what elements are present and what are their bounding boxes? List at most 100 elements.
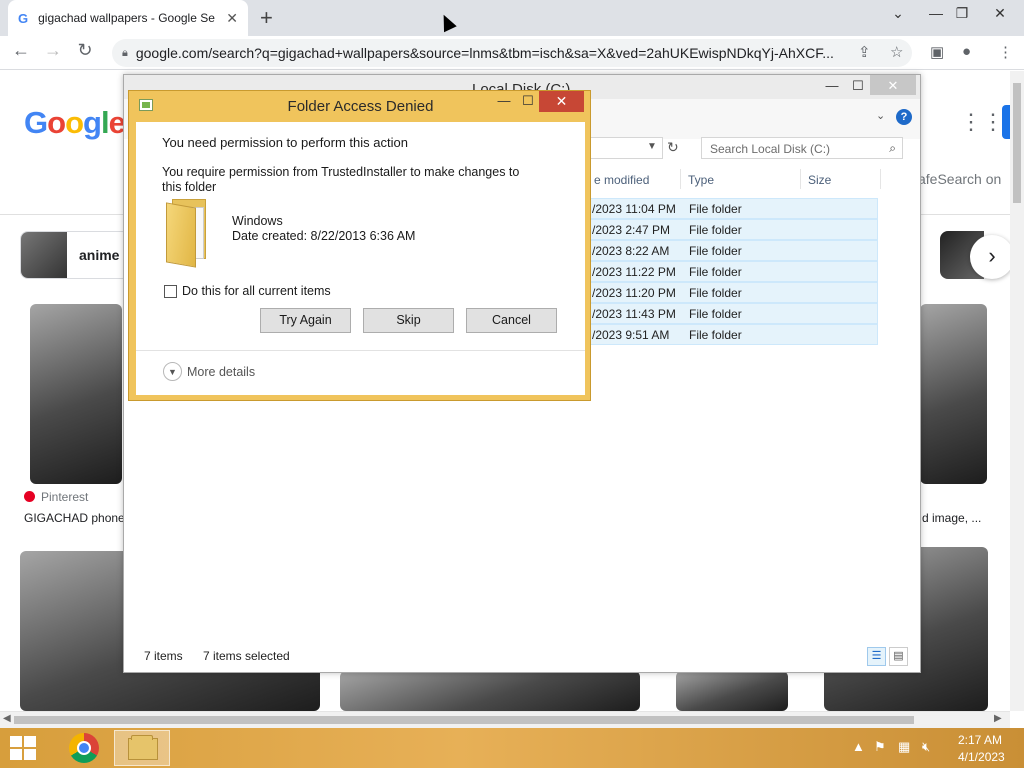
image-result[interactable] <box>676 671 788 711</box>
item-name: Windows <box>232 214 283 228</box>
chip-thumbnail <box>21 232 67 278</box>
pinterest-source[interactable]: Pinterest <box>24 490 88 504</box>
clock-date[interactable]: 4/1/2023 <box>958 750 1005 764</box>
explorer-address-bar[interactable]: ▼ <box>590 137 663 159</box>
close-window-button[interactable]: ✕ <box>984 0 1016 30</box>
apply-to-all-label[interactable]: Do this for all current items <box>182 284 331 298</box>
search-icon[interactable]: ⌕ <box>889 141 896 156</box>
folder-access-denied-dialog: Folder Access Denied — ☐ ✕ You need perm… <box>128 90 591 401</box>
folder-icon <box>166 199 210 268</box>
taskbar-file-explorer-button[interactable] <box>114 730 170 766</box>
clock-time[interactable]: 2:17 AM <box>958 733 1002 747</box>
action-center-flag-icon[interactable]: ⚑ <box>874 739 886 755</box>
column-divider[interactable] <box>680 169 681 189</box>
large-icons-view-icon[interactable]: ▤ <box>889 647 908 666</box>
reload-button[interactable]: ↻ <box>72 40 98 61</box>
address-dropdown-icon[interactable]: ▼ <box>647 141 657 152</box>
chrome-menu-icon[interactable]: ⋮ <box>998 43 1013 61</box>
dialog-divider <box>136 350 585 351</box>
column-type[interactable]: Type <box>688 173 714 187</box>
scrollbar-thumb[interactable] <box>14 716 914 724</box>
scroll-left-icon[interactable]: ◀ <box>3 713 11 724</box>
back-button[interactable]: ← <box>8 40 34 61</box>
image-caption[interactable]: GIGACHAD phone <box>24 511 125 525</box>
dialog-heading: You need permission to perform this acti… <box>162 135 408 150</box>
dialog-minimize-button[interactable]: — <box>492 93 516 111</box>
profile-icon[interactable]: ● <box>962 43 971 60</box>
windows-taskbar: ▲ ⚑ ▦ 🔇︎ 2:17 AM 4/1/2023 <box>0 728 1024 768</box>
column-size[interactable]: Size <box>808 173 831 187</box>
explorer-minimize-button[interactable]: — <box>820 75 844 95</box>
safesearch-label[interactable]: afeSearch on <box>918 171 1001 187</box>
browser-tab-bar: G gigachad wallpapers - Google Se ✕ + ⌄ … <box>0 0 1024 36</box>
source-name: Pinterest <box>41 490 89 504</box>
scrollbar-thumb[interactable] <box>1013 83 1021 203</box>
page-horizontal-scrollbar[interactable]: ◀ ▶ <box>0 711 1010 728</box>
help-icon[interactable]: ? <box>896 109 912 125</box>
expand-ribbon-icon[interactable]: ⌄ <box>876 109 885 122</box>
restore-window-button[interactable]: ❐ <box>946 0 978 30</box>
chrome-icon <box>69 733 99 763</box>
table-row[interactable]: /2023 2:47 PM File folder <box>583 219 878 240</box>
new-tab-button[interactable]: + <box>260 5 273 31</box>
image-result[interactable] <box>30 304 122 484</box>
column-date-modified[interactable]: e modified <box>594 173 649 187</box>
side-panel-icon[interactable]: ▣ <box>930 43 944 61</box>
explorer-search-input[interactable]: Search Local Disk (C:) ⌕ <box>701 137 903 159</box>
bookmark-star-icon[interactable]: ☆ <box>890 43 903 61</box>
taskbar-chrome-button[interactable] <box>56 730 106 766</box>
browser-tab[interactable]: G gigachad wallpapers - Google Se ✕ <box>8 0 248 36</box>
apply-to-all-checkbox[interactable] <box>164 285 177 298</box>
tab-close-icon[interactable]: ✕ <box>226 10 238 27</box>
tab-list-icon[interactable]: ⌄ <box>882 0 914 30</box>
chevron-right-icon[interactable]: › <box>970 235 1010 279</box>
scroll-right-icon[interactable]: ▶ <box>994 713 1002 724</box>
table-row[interactable]: /2023 9:51 AM File folder <box>583 324 878 345</box>
tab-title: gigachad wallpapers - Google Se <box>38 11 215 25</box>
dialog-close-button[interactable]: ✕ <box>539 91 584 112</box>
browser-toolbar: ← → ↻ 🔒︎ google.com/search?q=gigachad+wa… <box>0 36 1024 70</box>
explorer-close-button[interactable]: ✕ <box>870 75 916 95</box>
related-search-chip[interactable]: anime <box>20 231 130 279</box>
chevron-down-icon[interactable]: ▼ <box>163 362 182 381</box>
page-vertical-scrollbar[interactable] <box>1010 71 1024 711</box>
table-row[interactable]: /2023 11:20 PM File folder <box>583 282 878 303</box>
network-icon[interactable]: ▦ <box>898 739 910 755</box>
search-placeholder: Search Local Disk (C:) <box>710 142 831 156</box>
more-details-link[interactable]: More details <box>187 365 255 379</box>
address-bar[interactable]: 🔒︎ google.com/search?q=gigachad+wallpape… <box>112 39 912 67</box>
cancel-button[interactable]: Cancel <box>466 308 557 333</box>
skip-button[interactable]: Skip <box>363 308 454 333</box>
explorer-maximize-button[interactable]: ☐ <box>846 75 870 95</box>
start-button[interactable] <box>10 736 38 760</box>
sign-in-button[interactable] <box>1002 105 1010 139</box>
column-divider[interactable] <box>880 169 881 189</box>
dialog-message: You require permission from TrustedInsta… <box>162 165 520 194</box>
refresh-icon[interactable]: ↻ <box>667 139 679 156</box>
table-row[interactable]: /2023 8:22 AM File folder <box>583 240 878 261</box>
share-icon[interactable]: ⇪ <box>858 43 871 61</box>
chip-label: anime <box>79 247 120 263</box>
file-explorer-icon <box>128 735 158 760</box>
google-favicon-icon: G <box>18 10 29 26</box>
item-date-created: Date created: 8/22/2013 6:36 AM <box>232 229 416 243</box>
dialog-maximize-button[interactable]: ☐ <box>516 93 540 111</box>
image-result[interactable] <box>920 304 987 484</box>
table-row[interactable]: /2023 11:43 PM File folder <box>583 303 878 324</box>
pinterest-icon <box>24 491 35 502</box>
try-again-button[interactable]: Try Again <box>260 308 351 333</box>
table-row[interactable]: /2023 11:22 PM File folder <box>583 261 878 282</box>
google-logo[interactable]: Google <box>24 105 126 141</box>
image-result[interactable] <box>340 671 640 711</box>
column-divider[interactable] <box>800 169 801 189</box>
lock-icon: 🔒︎ <box>122 46 128 59</box>
details-view-icon[interactable]: ☰ <box>867 647 886 666</box>
dialog-body: You need permission to perform this acti… <box>136 122 585 395</box>
image-caption[interactable]: d image, ... <box>922 511 981 525</box>
table-row[interactable]: /2023 11:04 PM File folder <box>583 198 878 219</box>
volume-muted-icon[interactable]: 🔇︎ <box>922 739 930 755</box>
forward-button[interactable]: → <box>40 40 66 61</box>
status-item-count: 7 items <box>144 649 183 663</box>
show-hidden-icons-icon[interactable]: ▲ <box>852 739 865 754</box>
url-text[interactable]: google.com/search?q=gigachad+wallpapers&… <box>136 45 834 61</box>
